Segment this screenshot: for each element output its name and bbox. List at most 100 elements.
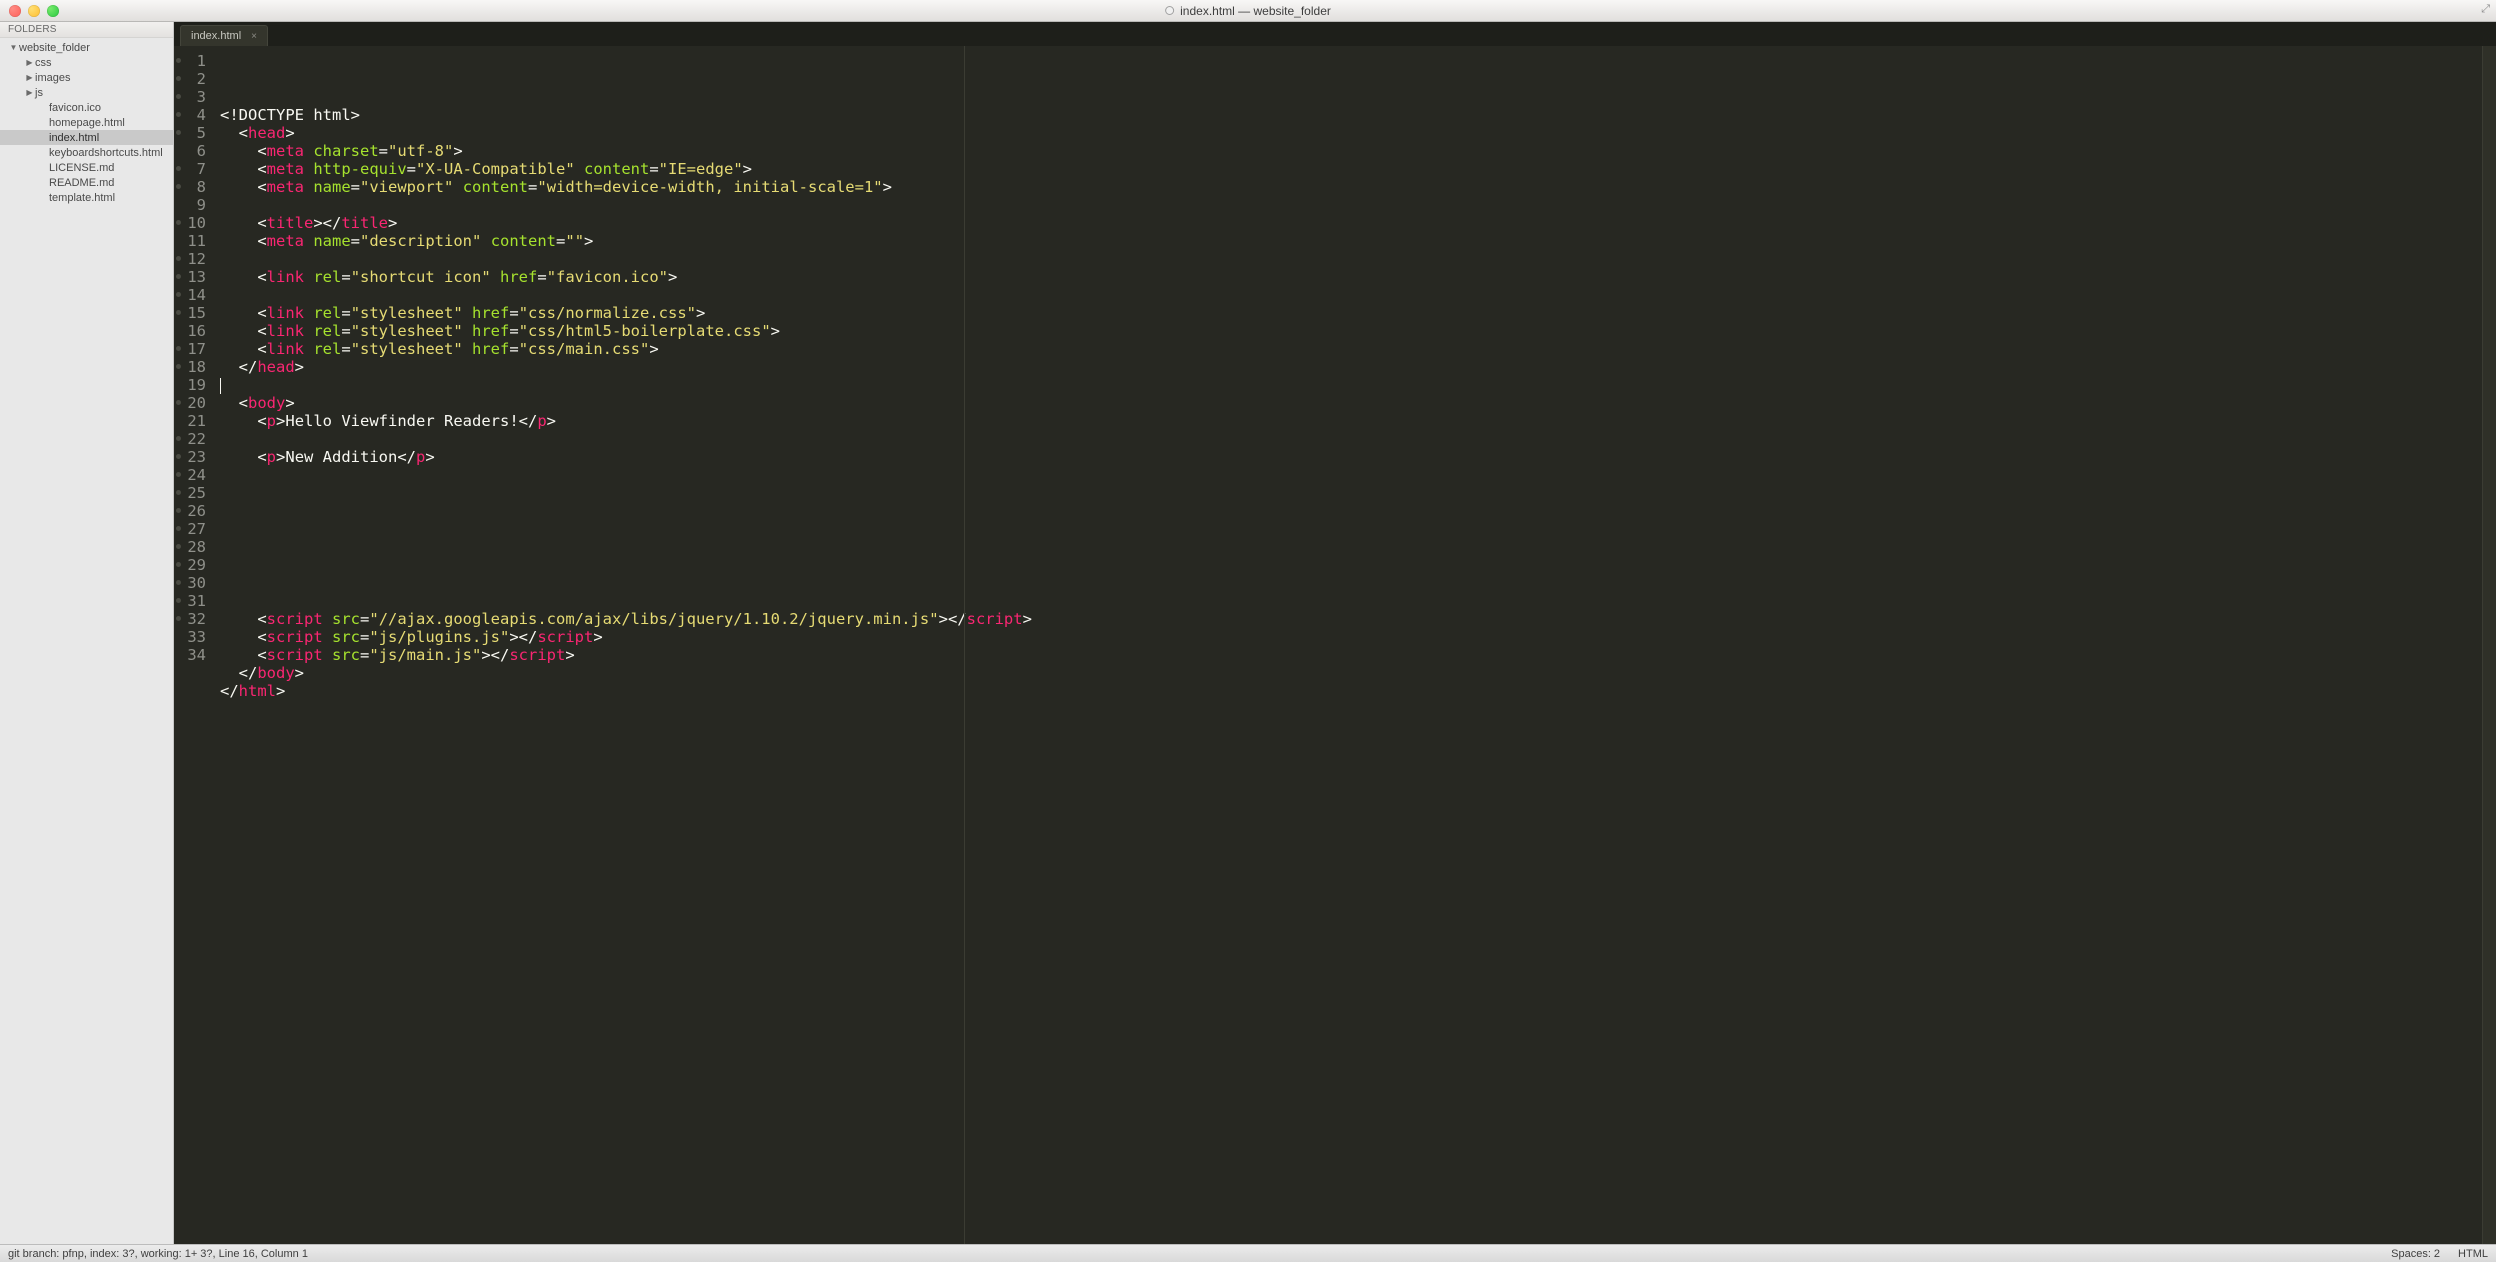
code-line[interactable] <box>220 556 2482 574</box>
gutter-row[interactable]: 32 <box>174 610 206 628</box>
gutter-row[interactable]: 25 <box>174 484 206 502</box>
gutter-row[interactable]: 5 <box>174 124 206 142</box>
gutter-row[interactable]: 7 <box>174 160 206 178</box>
code-line[interactable] <box>220 700 2482 718</box>
code-line[interactable] <box>220 430 2482 448</box>
tab-bar[interactable]: index.html × <box>174 22 2496 46</box>
gutter-row[interactable]: 15 <box>174 304 206 322</box>
code-line[interactable]: <p>New Addition</p> <box>220 448 2482 466</box>
gutter-row[interactable]: 4 <box>174 106 206 124</box>
code-line[interactable] <box>220 574 2482 592</box>
tree-item[interactable]: favicon.ico <box>0 100 173 115</box>
gutter-row[interactable]: 17 <box>174 340 206 358</box>
code-line[interactable]: <title></title> <box>220 214 2482 232</box>
expand-icon[interactable]: ⤢ <box>2481 3 2490 16</box>
gutter-row[interactable]: 21 <box>174 412 206 430</box>
gutter-row[interactable]: 10 <box>174 214 206 232</box>
code-line[interactable]: <!DOCTYPE html> <box>220 106 2482 124</box>
gutter-row[interactable]: 29 <box>174 556 206 574</box>
tab-close-icon[interactable]: × <box>251 31 257 42</box>
gutter-row[interactable]: 8 <box>174 178 206 196</box>
gutter-row[interactable]: 34 <box>174 646 206 664</box>
gutter[interactable]: 1234567891011121314151617181920212223242… <box>174 46 214 1244</box>
tree-item[interactable]: LICENSE.md <box>0 160 173 175</box>
code-line[interactable]: </body> <box>220 664 2482 682</box>
disclosure-down-icon[interactable]: ▼ <box>8 43 19 52</box>
code-line[interactable] <box>220 250 2482 268</box>
gutter-row[interactable]: 3 <box>174 88 206 106</box>
gutter-row[interactable]: 31 <box>174 592 206 610</box>
code-line[interactable] <box>220 520 2482 538</box>
code-line[interactable]: <link rel="stylesheet" href="css/html5-b… <box>220 322 2482 340</box>
gutter-row[interactable]: 24 <box>174 466 206 484</box>
gutter-row[interactable]: 9 <box>174 196 206 214</box>
gutter-row[interactable]: 12 <box>174 250 206 268</box>
tab-index-html[interactable]: index.html × <box>180 25 268 46</box>
gutter-row[interactable]: 30 <box>174 574 206 592</box>
document-dirty-icon <box>1165 6 1174 15</box>
tree-item[interactable]: ▶js <box>0 85 173 100</box>
code-line[interactable]: <script src="//ajax.googleapis.com/ajax/… <box>220 610 2482 628</box>
code-line[interactable] <box>220 592 2482 610</box>
code-line[interactable] <box>220 538 2482 556</box>
code-line[interactable]: <p>Hello Viewfinder Readers!</p> <box>220 412 2482 430</box>
gutter-row[interactable]: 18 <box>174 358 206 376</box>
code-line[interactable] <box>220 502 2482 520</box>
tree-item[interactable]: keyboardshortcuts.html <box>0 145 173 160</box>
gutter-row[interactable]: 27 <box>174 520 206 538</box>
code-line[interactable]: <script src="js/main.js"></script> <box>220 646 2482 664</box>
code-line[interactable]: <head> <box>220 124 2482 142</box>
gutter-row[interactable]: 13 <box>174 268 206 286</box>
disclosure-right-icon[interactable]: ▶ <box>24 88 35 97</box>
minimap[interactable] <box>2482 46 2496 1244</box>
code-line[interactable]: <link rel="shortcut icon" href="favicon.… <box>220 268 2482 286</box>
gutter-row[interactable]: 23 <box>174 448 206 466</box>
gutter-row[interactable]: 20 <box>174 394 206 412</box>
gutter-row[interactable]: 22 <box>174 430 206 448</box>
code-line[interactable] <box>220 466 2482 484</box>
code-line[interactable]: <meta http-equiv="X-UA-Compatible" conte… <box>220 160 2482 178</box>
code-lines[interactable]: <!DOCTYPE html> <head> <meta charset="ut… <box>214 46 2482 1244</box>
gutter-row[interactable]: 33 <box>174 628 206 646</box>
tree-item[interactable]: homepage.html <box>0 115 173 130</box>
code-line[interactable]: </html> <box>220 682 2482 700</box>
code-line[interactable] <box>220 196 2482 214</box>
gutter-row[interactable]: 2 <box>174 70 206 88</box>
gutter-row[interactable]: 14 <box>174 286 206 304</box>
code-line[interactable] <box>220 286 2482 304</box>
tree-item[interactable]: README.md <box>0 175 173 190</box>
disclosure-right-icon[interactable]: ▶ <box>24 73 35 82</box>
disclosure-right-icon[interactable]: ▶ <box>24 58 35 67</box>
code-line[interactable]: <link rel="stylesheet" href="css/main.cs… <box>220 340 2482 358</box>
code-line[interactable]: </head> <box>220 358 2482 376</box>
code-line[interactable] <box>220 376 2482 394</box>
code-line[interactable]: <link rel="stylesheet" href="css/normali… <box>220 304 2482 322</box>
gutter-row[interactable]: 19 <box>174 376 206 394</box>
tree-item[interactable]: ▶images <box>0 70 173 85</box>
gutter-row[interactable]: 11 <box>174 232 206 250</box>
code-line[interactable]: <body> <box>220 394 2482 412</box>
status-left[interactable]: git branch: pfnp, index: 3?, working: 1+… <box>8 1248 308 1260</box>
code-line[interactable] <box>220 484 2482 502</box>
status-indent[interactable]: Spaces: 2 <box>2391 1248 2440 1260</box>
code-line[interactable]: <meta name="viewport" content="width=dev… <box>220 178 2482 196</box>
file-tree[interactable]: ▼website_folder▶css▶images▶jsfavicon.ico… <box>0 38 173 207</box>
window-title-bar: index.html — website_folder ⤢ <box>0 0 2496 22</box>
close-window-button[interactable] <box>9 5 21 17</box>
tree-item[interactable]: ▼website_folder <box>0 40 173 55</box>
status-syntax[interactable]: HTML <box>2458 1248 2488 1260</box>
tree-item[interactable]: index.html <box>0 130 173 145</box>
code-area[interactable]: 1234567891011121314151617181920212223242… <box>174 46 2496 1244</box>
tree-item[interactable]: ▶css <box>0 55 173 70</box>
gutter-row[interactable]: 6 <box>174 142 206 160</box>
gutter-row[interactable]: 1 <box>174 52 206 70</box>
gutter-row[interactable]: 16 <box>174 322 206 340</box>
minimize-window-button[interactable] <box>28 5 40 17</box>
code-line[interactable]: <meta name="description" content=""> <box>220 232 2482 250</box>
gutter-row[interactable]: 26 <box>174 502 206 520</box>
code-line[interactable]: <meta charset="utf-8"> <box>220 142 2482 160</box>
gutter-row[interactable]: 28 <box>174 538 206 556</box>
zoom-window-button[interactable] <box>47 5 59 17</box>
code-line[interactable]: <script src="js/plugins.js"></script> <box>220 628 2482 646</box>
tree-item[interactable]: template.html <box>0 190 173 205</box>
